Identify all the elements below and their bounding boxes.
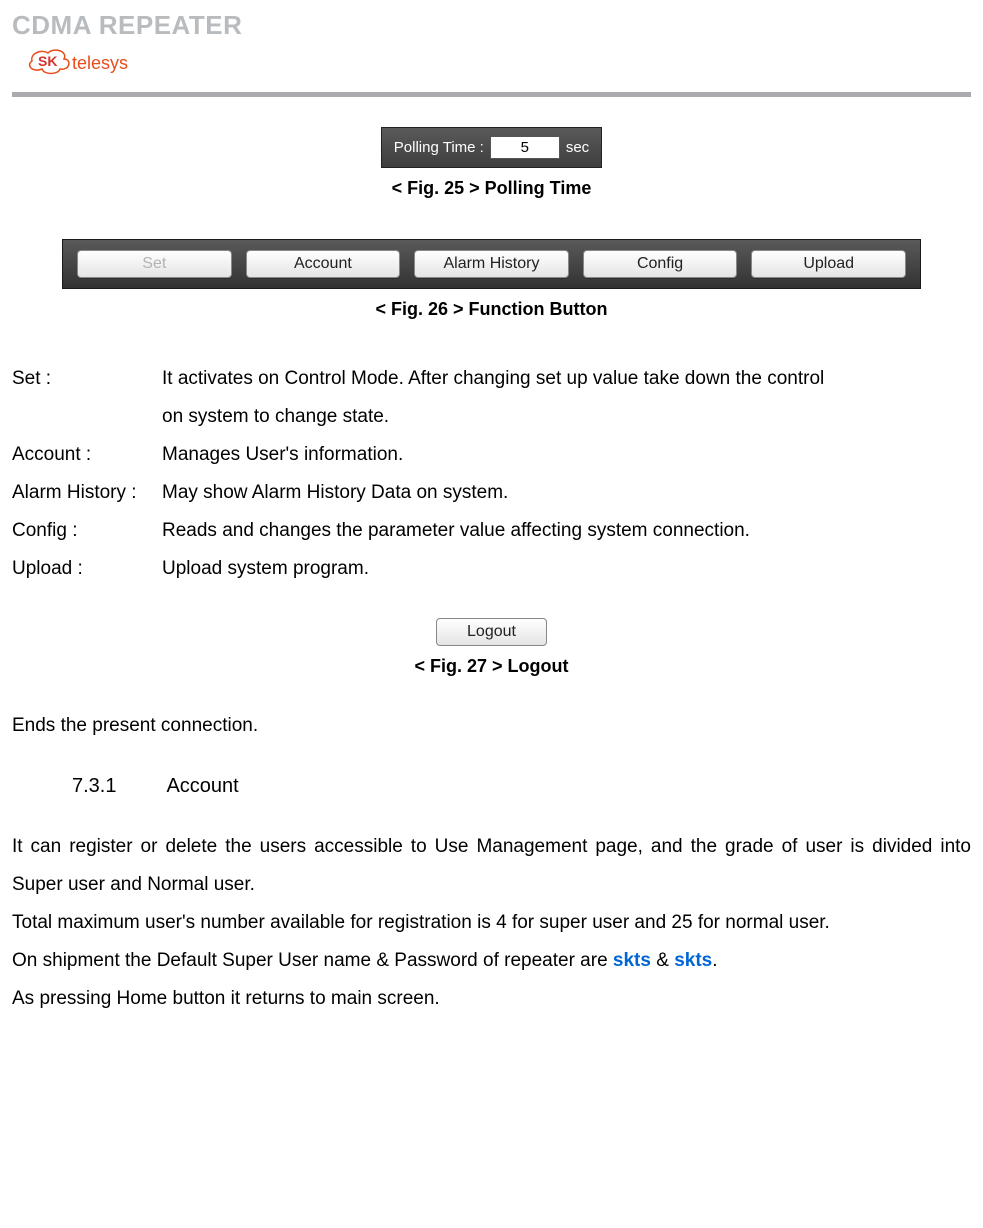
account-para-2: Total maximum user's number available fo… xyxy=(12,904,971,942)
set-desc-1: It activates on Control Mode. After chan… xyxy=(162,360,971,398)
alarm-desc: May show Alarm History Data on system. xyxy=(162,474,971,512)
para3-end: . xyxy=(712,950,717,971)
subsection-heading: 7.3.1 Account xyxy=(72,775,971,798)
para3-lead: On shipment the Default Super User name … xyxy=(12,950,613,971)
fig26-caption: < Fig. 26 > Function Button xyxy=(12,299,971,320)
set-desc-2: on system to change state. xyxy=(162,398,971,436)
config-term: Config : xyxy=(12,512,162,550)
config-desc: Reads and changes the parameter value af… xyxy=(162,512,971,550)
polling-time-panel: Polling Time : 5 sec xyxy=(381,127,602,168)
config-button[interactable]: Config xyxy=(583,250,738,278)
logout-button[interactable]: Logout xyxy=(436,618,547,646)
upload-button[interactable]: Upload xyxy=(751,250,906,278)
alarm-term: Alarm History : xyxy=(12,474,162,512)
logo-text: telesys xyxy=(72,53,128,73)
default-password: skts xyxy=(674,950,712,971)
subsection-title: Account xyxy=(166,775,238,797)
page-title: CDMA REPEATER xyxy=(12,10,971,41)
account-desc: Manages User's information. xyxy=(162,436,971,474)
account-para-4: As pressing Home button it returns to ma… xyxy=(12,980,971,1018)
default-username: skts xyxy=(613,950,651,971)
set-term: Set : xyxy=(12,360,162,398)
polling-time-label: Polling Time : xyxy=(394,139,484,156)
polling-time-input[interactable]: 5 xyxy=(490,136,560,159)
account-para-1: It can register or delete the users acce… xyxy=(12,828,971,904)
polling-time-unit: sec xyxy=(566,139,589,156)
function-button-bar: Set Account Alarm History Config Upload xyxy=(62,239,921,289)
para3-amp: & xyxy=(651,950,674,971)
svg-text:SK: SK xyxy=(38,53,57,69)
account-button[interactable]: Account xyxy=(246,250,401,278)
subsection-number: 7.3.1 xyxy=(72,775,162,798)
fig27-caption: < Fig. 27 > Logout xyxy=(12,656,971,677)
logout-desc: Ends the present connection. xyxy=(12,707,971,745)
function-descriptions: Set : It activates on Control Mode. Afte… xyxy=(12,360,971,588)
sk-telesys-logo-icon: SK telesys xyxy=(24,43,154,81)
account-para-3: On shipment the Default Super User name … xyxy=(12,942,971,980)
upload-term: Upload : xyxy=(12,550,162,588)
brand-logo: SK telesys xyxy=(12,43,971,86)
fig25-caption: < Fig. 25 > Polling Time xyxy=(12,178,971,199)
set-button[interactable]: Set xyxy=(77,250,232,278)
upload-desc: Upload system program. xyxy=(162,550,971,588)
account-term: Account : xyxy=(12,436,162,474)
alarm-history-button[interactable]: Alarm History xyxy=(414,250,569,278)
header-divider xyxy=(12,92,971,97)
